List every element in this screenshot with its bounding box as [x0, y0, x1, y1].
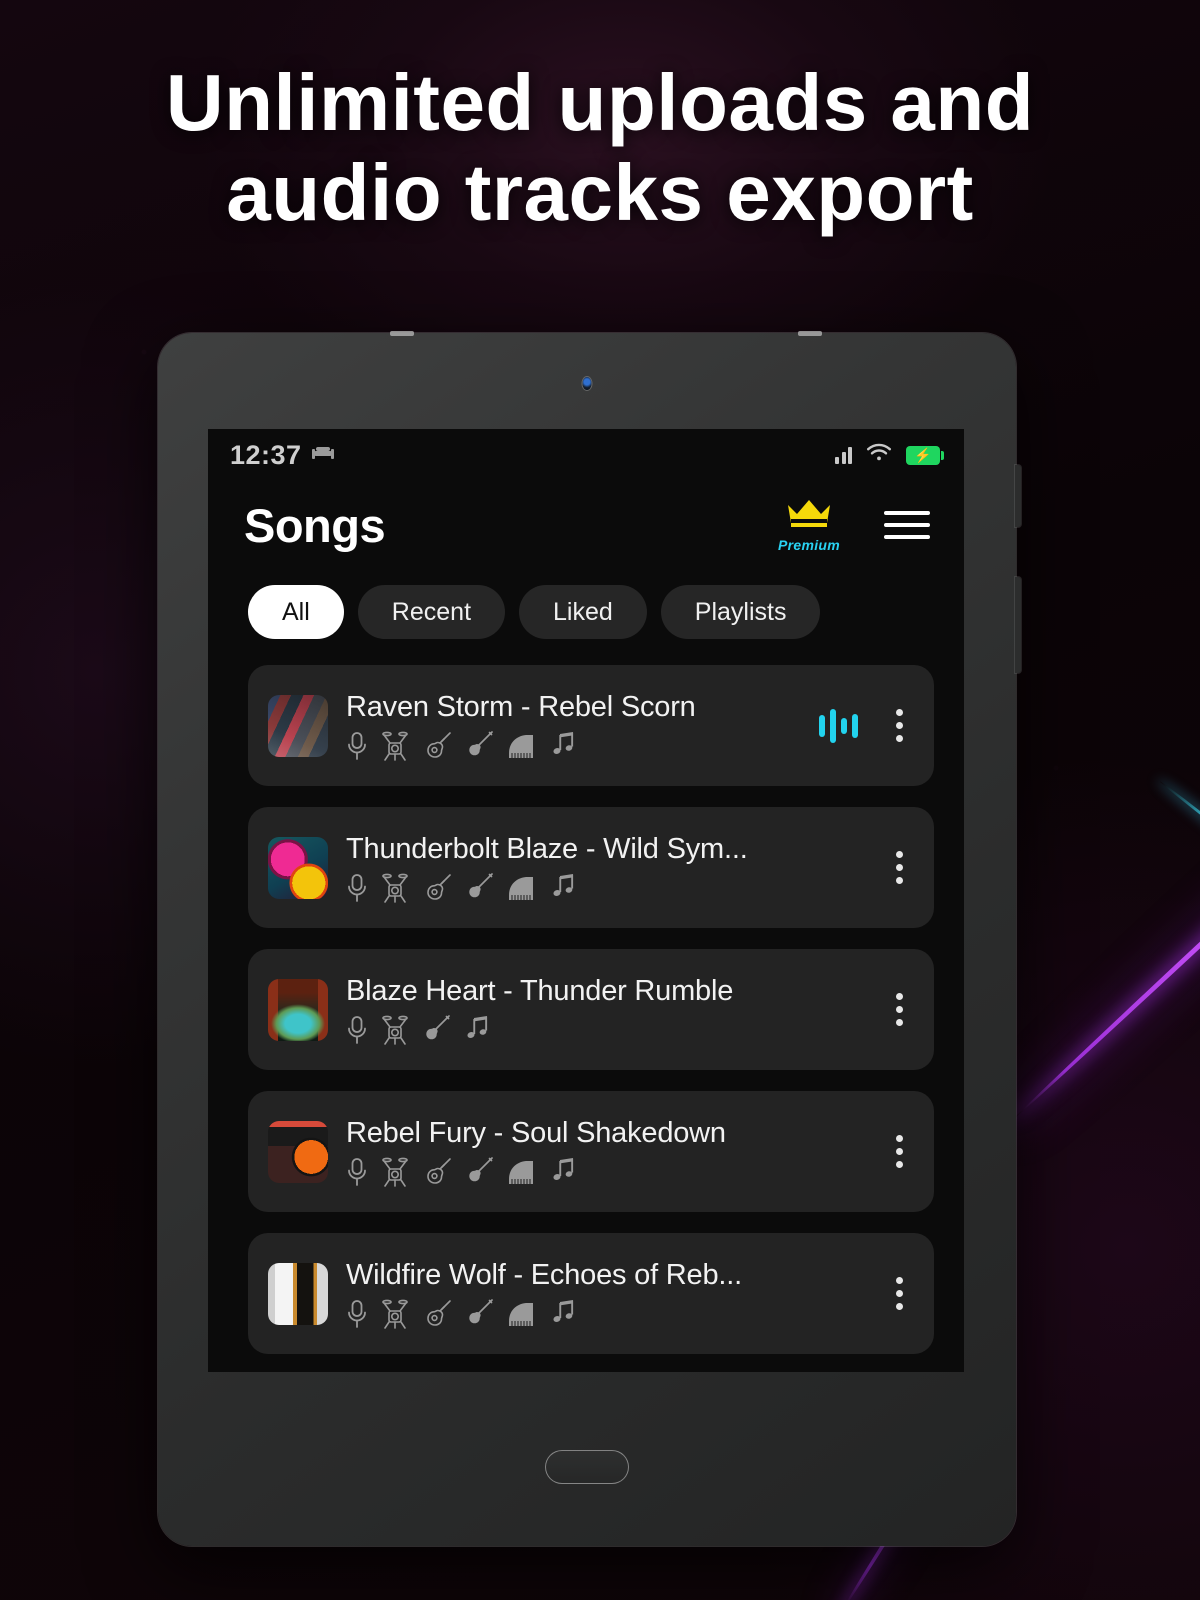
- premium-label: Premium: [777, 537, 840, 553]
- bed-icon: [311, 445, 334, 466]
- song-info: Blaze Heart - Thunder Rumble: [346, 975, 868, 1045]
- album-art-thumbnail: [268, 1262, 328, 1325]
- drums-icon: [381, 1157, 409, 1187]
- headline-line-1: Unlimited uploads and: [165, 58, 1035, 147]
- microphone-icon: [346, 731, 368, 761]
- header-actions: Premium: [778, 497, 930, 553]
- tablet-device-frame: 12:37 ⚡ Songs Premium All Recent Liked P…: [158, 331, 1021, 1546]
- microphone-icon: [346, 1157, 368, 1187]
- filter-tab-all[interactable]: All: [248, 585, 344, 639]
- song-row[interactable]: Rebel Fury - Soul Shakedown: [248, 1091, 934, 1212]
- electric-guitar-icon: [465, 872, 493, 903]
- filter-tab-liked[interactable]: Liked: [519, 585, 647, 639]
- song-title: Thunderbolt Blaze - Wild Sym...: [346, 832, 748, 865]
- piano-icon: [506, 731, 536, 761]
- song-row[interactable]: Wildfire Wolf - Echoes of Reb...: [248, 1233, 934, 1354]
- filter-tab-playlists[interactable]: Playlists: [660, 585, 821, 639]
- song-title: Raven Storm - Rebel Scorn: [346, 690, 696, 723]
- song-options-menu-icon[interactable]: [886, 993, 912, 1026]
- album-art-thumbnail: [268, 694, 328, 757]
- microphone-icon: [346, 1015, 368, 1045]
- instrument-icon-row: [346, 1014, 868, 1045]
- album-art-thumbnail: [268, 1120, 328, 1183]
- status-bar-right: ⚡: [835, 443, 944, 467]
- piano-icon: [506, 1299, 536, 1329]
- acoustic-guitar-icon: [422, 731, 452, 761]
- music-notes-icon: [549, 1299, 577, 1329]
- music-notes-icon: [549, 1157, 577, 1187]
- wifi-icon: [866, 443, 892, 467]
- premium-button[interactable]: Premium: [778, 497, 840, 553]
- music-notes-icon: [549, 731, 577, 761]
- piano-icon: [506, 1157, 536, 1187]
- status-bar-left: 12:37: [230, 440, 334, 471]
- speaker-grill-right: [798, 331, 822, 336]
- music-notes-icon: [549, 873, 577, 903]
- microphone-icon: [346, 873, 368, 903]
- song-options-menu-icon[interactable]: [886, 709, 912, 742]
- home-button[interactable]: [545, 1450, 629, 1484]
- song-row[interactable]: Raven Storm - Rebel Scorn: [248, 665, 934, 786]
- piano-icon: [506, 873, 536, 903]
- drums-icon: [381, 1299, 409, 1329]
- crown-icon: [785, 497, 833, 534]
- electric-guitar-icon: [465, 1298, 493, 1329]
- song-info: Rebel Fury - Soul Shakedown: [346, 1117, 868, 1187]
- electric-guitar-icon: [465, 730, 493, 761]
- song-row[interactable]: Thunderbolt Blaze - Wild Sym...: [248, 807, 934, 928]
- acoustic-guitar-icon: [422, 1299, 452, 1329]
- page-title: Songs: [244, 498, 386, 552]
- signal-bars-icon: [835, 446, 852, 464]
- headline-line-2: audio tracks export: [226, 147, 974, 237]
- instrument-icon-row: [346, 1156, 868, 1187]
- hamburger-menu-icon[interactable]: [884, 511, 930, 539]
- app-header: Songs Premium: [208, 481, 964, 559]
- status-bar: 12:37 ⚡: [208, 429, 964, 481]
- device-screen: 12:37 ⚡ Songs Premium All Recent Liked P…: [208, 429, 964, 1372]
- music-notes-icon: [463, 1015, 491, 1045]
- battery-bolt-glyph: ⚡: [914, 447, 932, 463]
- song-title: Rebel Fury - Soul Shakedown: [346, 1116, 726, 1149]
- song-options-menu-icon[interactable]: [886, 1135, 912, 1168]
- volume-button[interactable]: [1015, 577, 1021, 673]
- album-art-thumbnail: [268, 836, 328, 899]
- power-button[interactable]: [1015, 465, 1021, 527]
- drums-icon: [381, 873, 409, 903]
- instrument-icon-row: [346, 1298, 868, 1329]
- song-title: Blaze Heart - Thunder Rumble: [346, 974, 734, 1007]
- instrument-icon-row: [346, 730, 801, 761]
- status-time: 12:37: [230, 439, 302, 470]
- song-options-menu-icon[interactable]: [886, 1277, 912, 1310]
- drums-icon: [381, 1015, 409, 1045]
- acoustic-guitar-icon: [422, 873, 452, 903]
- song-info: Thunderbolt Blaze - Wild Sym...: [346, 833, 868, 903]
- song-list: Raven Storm - Rebel Scorn Thunderbolt Bla…: [208, 639, 964, 1354]
- instrument-icon-row: [346, 872, 868, 903]
- electric-guitar-icon: [422, 1014, 450, 1045]
- song-options-menu-icon[interactable]: [886, 851, 912, 884]
- battery-charging-icon: ⚡: [906, 445, 944, 465]
- now-playing-equalizer-icon: [819, 707, 858, 745]
- acoustic-guitar-icon: [422, 1157, 452, 1187]
- microphone-icon: [346, 1299, 368, 1329]
- front-camera-icon: [582, 377, 592, 390]
- song-title: Wildfire Wolf - Echoes of Reb...: [346, 1258, 742, 1291]
- page-headline: Unlimited uploads and audio tracks expor…: [0, 58, 1200, 237]
- song-info: Wildfire Wolf - Echoes of Reb...: [346, 1259, 868, 1329]
- speaker-grill-left: [390, 331, 414, 336]
- filter-tabs: All Recent Liked Playlists: [208, 559, 964, 639]
- album-art-thumbnail: [268, 978, 328, 1041]
- drums-icon: [381, 731, 409, 761]
- electric-guitar-icon: [465, 1156, 493, 1187]
- filter-tab-recent[interactable]: Recent: [357, 585, 506, 639]
- song-info: Raven Storm - Rebel Scorn: [346, 691, 801, 761]
- song-row[interactable]: Blaze Heart - Thunder Rumble: [248, 949, 934, 1070]
